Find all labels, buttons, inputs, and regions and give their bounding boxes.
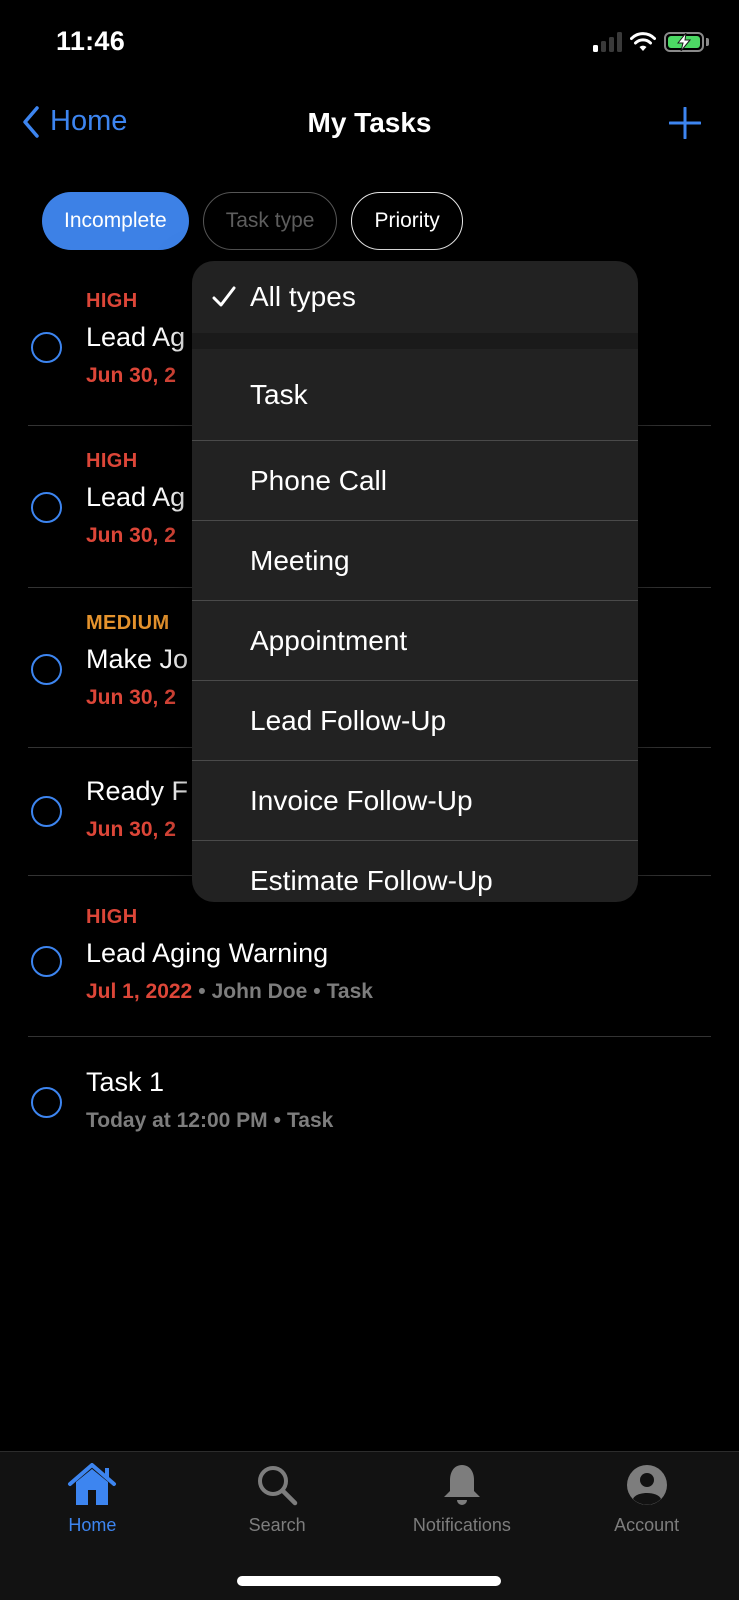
complete-checkbox[interactable] <box>31 332 62 363</box>
menu-item-label: Appointment <box>250 624 408 656</box>
filter-priority[interactable]: Priority <box>351 192 463 250</box>
search-icon <box>258 1466 298 1506</box>
home-indicator[interactable] <box>237 1576 501 1586</box>
menu-item-label: Estimate Follow-Up <box>250 864 493 896</box>
add-task-button[interactable] <box>668 106 702 144</box>
task-meta: Today at 12:00 PM • Task <box>86 1109 334 1132</box>
priority-label: MEDIUM <box>86 612 170 634</box>
menu-item-label: Lead Follow-Up <box>250 704 447 736</box>
complete-checkbox[interactable] <box>31 492 62 523</box>
menu-item-label: Invoice Follow-Up <box>250 784 473 816</box>
task-title: Lead Ag <box>86 482 186 512</box>
tab-notifications[interactable]: Notifications <box>370 1452 555 1536</box>
menu-item-label: All types <box>250 281 356 312</box>
task-title: Ready F <box>86 776 189 806</box>
task-type: Task <box>287 1109 334 1132</box>
checkmark-icon <box>212 286 236 307</box>
priority-label: HIGH <box>86 906 138 928</box>
battery-charging-icon <box>664 32 704 52</box>
plus-icon <box>668 106 702 140</box>
menu-item-estimate-follow-up[interactable]: Estimate Follow-Up <box>192 841 638 902</box>
status-bar: 11:46 <box>0 0 739 90</box>
menu-item-label: Phone Call <box>250 464 387 496</box>
task-date: Jun 30, 2 <box>86 364 176 387</box>
tab-label: Account <box>614 1515 680 1535</box>
tab-search[interactable]: Search <box>185 1452 370 1536</box>
priority-label: HIGH <box>86 450 138 472</box>
tab-label: Notifications <box>412 1515 511 1535</box>
menu-item-label: Task <box>250 378 308 410</box>
tab-label: Home <box>68 1515 117 1535</box>
task-row[interactable]: Task 1 Today at 12:00 PM • Task <box>0 1037 739 1157</box>
task-title: Lead Aging Warning <box>86 938 329 968</box>
task-meta: Jun 30, 2 <box>86 686 176 710</box>
menu-section-gap <box>192 333 638 349</box>
task-title: Lead Ag <box>86 322 186 352</box>
filter-task-type[interactable]: Task type <box>202 192 338 250</box>
priority-label: HIGH <box>86 290 138 312</box>
menu-item-all-types[interactable]: All types <box>192 261 638 333</box>
task-type: Task <box>326 980 373 1003</box>
filter-bar: Incomplete Task type Priority <box>42 192 463 250</box>
complete-checkbox[interactable] <box>31 654 62 685</box>
status-time: 11:46 <box>56 26 126 56</box>
task-meta: Jun 30, 2 <box>86 364 176 388</box>
menu-item-invoice-follow-up[interactable]: Invoice Follow-Up <box>192 761 638 840</box>
status-icons <box>593 32 709 52</box>
tab-home[interactable]: Home <box>0 1452 185 1536</box>
account-icon <box>626 1465 667 1505</box>
menu-item-lead-follow-up[interactable]: Lead Follow-Up <box>192 681 638 760</box>
complete-checkbox[interactable] <box>31 946 62 977</box>
task-meta: Jun 30, 2 <box>86 818 176 842</box>
page-title: My Tasks <box>307 107 432 138</box>
navigation-bar: Home My Tasks <box>0 95 739 155</box>
task-meta: Jun 30, 2 <box>86 524 176 548</box>
tab-account[interactable]: Account <box>554 1452 739 1536</box>
complete-checkbox[interactable] <box>31 796 62 827</box>
home-icon <box>68 1463 117 1505</box>
filter-incomplete[interactable]: Incomplete <box>42 192 189 250</box>
task-title: Make Jo <box>86 644 189 674</box>
wifi-icon <box>630 32 656 51</box>
task-assignee: John Doe <box>211 980 308 1003</box>
task-meta: Jul 1, 2022 • John Doe • Task <box>86 980 373 1003</box>
signal-icon <box>593 32 622 52</box>
task-date: Jun 30, 2 <box>86 686 176 709</box>
task-date: Jun 30, 2 <box>86 524 176 547</box>
task-title: Task 1 <box>86 1067 165 1097</box>
task-date: Today at 12:00 PM <box>86 1109 268 1132</box>
menu-item-phone-call[interactable]: Phone Call <box>192 441 638 520</box>
task-date: Jun 30, 2 <box>86 818 176 841</box>
task-type-menu: All types Task Phone Call Meeting Appoin… <box>192 261 638 902</box>
menu-item-label: Meeting <box>250 544 350 576</box>
menu-item-task[interactable]: Task <box>192 349 638 440</box>
tab-label: Search <box>248 1515 306 1535</box>
bell-icon <box>443 1465 480 1505</box>
task-date: Jul 1, 2022 <box>86 980 193 1003</box>
menu-item-meeting[interactable]: Meeting <box>192 521 638 600</box>
complete-checkbox[interactable] <box>31 1087 62 1118</box>
menu-item-appointment[interactable]: Appointment <box>192 601 638 680</box>
